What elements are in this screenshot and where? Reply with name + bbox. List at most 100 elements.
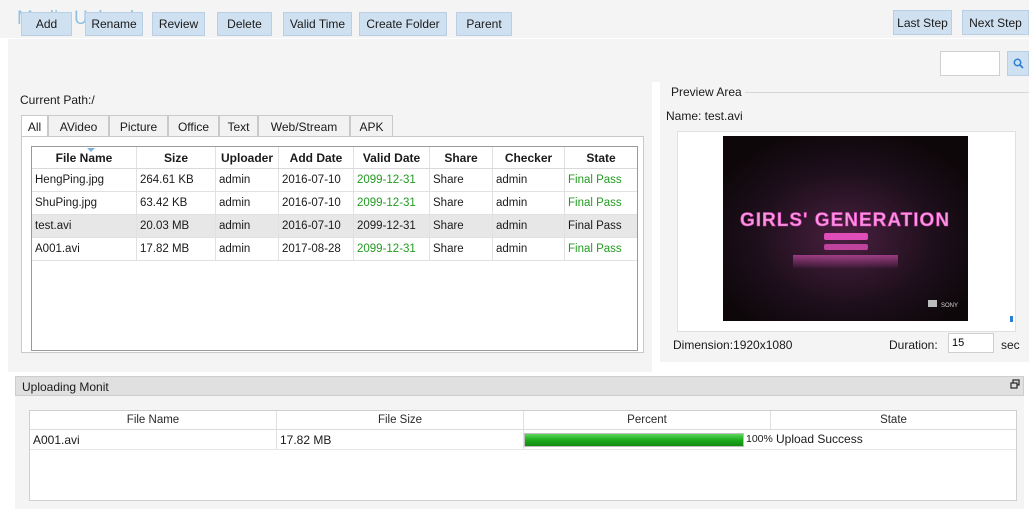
duration-label: Duration: <box>889 338 938 352</box>
cell-state: Final Pass <box>568 174 622 186</box>
thumbnail-logo-text: SONY <box>941 303 958 309</box>
restore-window-icon[interactable] <box>1010 379 1020 389</box>
search-icon <box>1013 58 1024 69</box>
scrollbar-thumb[interactable] <box>1010 316 1013 322</box>
cell-add-date: 2016-07-10 <box>279 169 354 191</box>
column-header-size[interactable]: Size <box>137 147 216 168</box>
cell-file-name: ShuPing.jpg <box>32 192 137 214</box>
cell-share: Share <box>430 192 493 214</box>
parent-button[interactable]: Parent <box>456 12 512 36</box>
progress-fill <box>525 434 743 446</box>
upload-state: Upload Success <box>776 432 863 446</box>
cell-file-name: HengPing.jpg <box>32 169 137 191</box>
sony-logo-icon <box>928 300 937 307</box>
column-header-state[interactable]: State <box>565 147 637 168</box>
cell-valid-date: 2099-12-31 <box>354 169 430 191</box>
tab-avideo[interactable]: AVideo <box>48 115 109 137</box>
tab-all[interactable]: All <box>21 115 48 138</box>
table-row[interactable]: A001.avi 17.82 MB admin 2017-08-28 2099-… <box>32 238 637 261</box>
cell-add-date: 2017-08-28 <box>279 238 354 260</box>
valid-time-button[interactable]: Valid Time <box>283 12 352 36</box>
column-header-label: File Name <box>55 150 113 165</box>
tab-apk[interactable]: APK <box>350 115 393 137</box>
upload-table: File Name File Size Percent State A001.a… <box>29 410 1017 501</box>
cell-valid-date: 2099-12-31 <box>354 192 430 214</box>
cell-uploader: admin <box>216 169 279 191</box>
cell-checker: admin <box>493 192 565 214</box>
cell-size: 264.61 KB <box>137 169 216 191</box>
preview-title: Preview Area <box>671 85 742 99</box>
video-thumbnail[interactable]: GIRLS' GENERATION SONY <box>723 136 968 321</box>
cell-checker: admin <box>493 215 565 237</box>
tab-text[interactable]: Text <box>219 115 258 137</box>
upload-table-header: File Name File Size Percent State <box>30 411 1016 430</box>
thumbnail-subtitle-bar <box>824 233 868 240</box>
column-header-state[interactable]: State <box>771 411 1016 429</box>
cell-size: 17.82 MB <box>137 238 216 260</box>
cell-checker: admin <box>493 238 565 260</box>
add-button[interactable]: Add <box>21 12 72 36</box>
monit-header-bar <box>15 376 1024 396</box>
tab-web-stream[interactable]: Web/Stream <box>258 115 350 137</box>
cell-size: 20.03 MB <box>137 215 216 237</box>
column-header-add-date[interactable]: Add Date <box>279 147 354 168</box>
cell-uploader: admin <box>216 238 279 260</box>
cell-file-name: A001.avi <box>32 238 137 260</box>
cell-file-size: 17.82 MB <box>277 430 524 449</box>
current-path: Current Path:/ <box>20 93 95 107</box>
rename-button[interactable]: Rename <box>85 12 143 36</box>
cell-state: Final Pass <box>568 243 622 255</box>
thumbnail-subtitle-bar <box>824 244 868 250</box>
cell-size: 63.42 KB <box>137 192 216 214</box>
divider <box>745 92 1029 93</box>
toolbar <box>8 39 1029 82</box>
duration-unit-label: sec <box>1001 338 1020 352</box>
search-input[interactable] <box>940 51 1000 76</box>
cell-uploader: admin <box>216 192 279 214</box>
delete-button[interactable]: Delete <box>217 12 272 36</box>
tab-picture[interactable]: Picture <box>109 115 168 137</box>
cell-share: Share <box>430 215 493 237</box>
column-header-file-name[interactable]: File Name <box>30 411 277 429</box>
cell-share: Share <box>430 238 493 260</box>
table-row-selected[interactable]: test.avi 20.03 MB admin 2016-07-10 2099-… <box>32 215 637 238</box>
tab-office[interactable]: Office <box>168 115 219 137</box>
file-table-header: File Name Size Uploader Add Date Valid D… <box>32 147 637 169</box>
create-folder-button[interactable]: Create Folder <box>359 12 447 36</box>
monit-title: Uploading Monit <box>22 380 109 394</box>
review-button[interactable]: Review <box>152 12 205 36</box>
cell-state: Final Pass <box>568 197 622 209</box>
cell-state: Final Pass <box>568 220 622 232</box>
last-step-button[interactable]: Last Step <box>893 10 952 35</box>
cell-add-date: 2016-07-10 <box>279 215 354 237</box>
cell-file-name: A001.avi <box>30 430 277 449</box>
progress-percent: 100% <box>746 433 773 445</box>
cell-uploader: admin <box>216 215 279 237</box>
preview-file-name: Name: test.avi <box>666 109 743 123</box>
column-header-valid-date[interactable]: Valid Date <box>354 147 430 168</box>
column-header-share[interactable]: Share <box>430 147 493 168</box>
upload-row[interactable]: A001.avi 17.82 MB 100% Upload Success <box>30 430 1016 450</box>
column-header-file-name[interactable]: File Name <box>32 147 137 168</box>
column-header-file-size[interactable]: File Size <box>277 411 524 429</box>
cell-checker: admin <box>493 169 565 191</box>
thumbnail-reflection <box>793 255 898 269</box>
cell-add-date: 2016-07-10 <box>279 192 354 214</box>
cell-valid-date: 2099-12-31 <box>354 215 430 237</box>
search-button[interactable] <box>1007 51 1029 76</box>
column-header-uploader[interactable]: Uploader <box>216 147 279 168</box>
upload-progress-bar <box>524 433 744 447</box>
table-row[interactable]: HengPing.jpg 264.61 KB admin 2016-07-10 … <box>32 169 637 192</box>
file-table: File Name Size Uploader Add Date Valid D… <box>31 146 638 351</box>
dimension-label: Dimension:1920x1080 <box>673 338 793 352</box>
duration-input[interactable] <box>948 333 994 353</box>
thumbnail-title: GIRLS' GENERATION <box>740 210 950 231</box>
next-step-button[interactable]: Next Step <box>962 10 1029 35</box>
column-header-checker[interactable]: Checker <box>493 147 565 168</box>
column-header-percent[interactable]: Percent <box>524 411 771 429</box>
sort-indicator-icon <box>87 148 95 152</box>
cell-valid-date: 2099-12-31 <box>354 238 430 260</box>
cell-share: Share <box>430 169 493 191</box>
table-row[interactable]: ShuPing.jpg 63.42 KB admin 2016-07-10 20… <box>32 192 637 215</box>
cell-file-name: test.avi <box>32 215 137 237</box>
